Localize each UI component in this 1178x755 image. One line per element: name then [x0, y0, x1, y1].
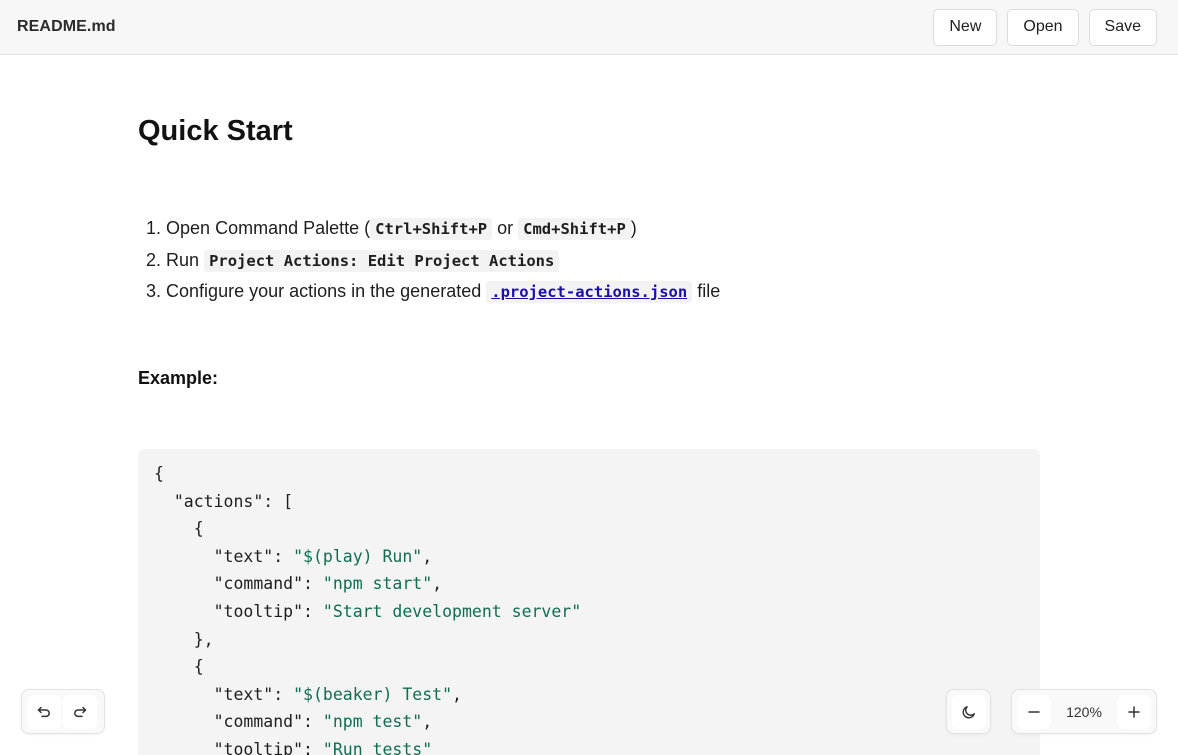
undo-button[interactable]: [27, 694, 61, 729]
example-label: Example:: [138, 368, 219, 388]
step-text: Open Command Palette (: [166, 218, 371, 238]
open-button[interactable]: Open: [1007, 8, 1079, 46]
list-item: 1. Open Command Palette (Ctrl+Shift+P or…: [146, 213, 720, 245]
code-line: "command": "npm test",: [213, 712, 433, 732]
redo-icon: [74, 706, 87, 717]
zoom-controls: 120%: [1011, 689, 1157, 734]
zoom-out-button[interactable]: [1017, 694, 1051, 729]
history-controls: [21, 689, 105, 734]
inline-code: Project Actions: Edit Project Actions: [204, 249, 560, 272]
page-heading: Quick Start: [138, 115, 293, 147]
code-line: "tooltip": "Run tests": [213, 739, 433, 755]
moon-icon: [962, 705, 975, 718]
step-text: Configure your actions in the generated: [166, 281, 487, 301]
new-button[interactable]: New: [933, 8, 998, 46]
steps-list: 1. Open Command Palette (Ctrl+Shift+P or…: [146, 213, 720, 308]
step-number: 2.: [146, 249, 162, 270]
step-text: Run: [166, 249, 205, 270]
code-line: "command": "npm start",: [213, 574, 443, 594]
code-line: },: [193, 629, 214, 649]
code-line: {: [193, 519, 204, 539]
step-text: or: [492, 218, 519, 238]
list-item: 2. Run Project Actions: Edit Project Act…: [146, 245, 720, 277]
theme-toggle-button[interactable]: [951, 694, 986, 729]
config-file-link[interactable]: .project-actions.json: [491, 283, 687, 301]
inline-code: Cmd+Shift+P: [518, 218, 631, 240]
step-text: ): [630, 218, 637, 238]
save-button[interactable]: Save: [1088, 8, 1157, 46]
step-text: file: [692, 281, 721, 301]
code-line: "tooltip": "Start development server": [213, 601, 582, 621]
zoom-level: 120%: [1066, 703, 1102, 720]
top-toolbar: README.md New Open Save: [0, 0, 1178, 55]
step-number: 1.: [146, 218, 162, 238]
code-line: "text": "$(beaker) Test",: [213, 684, 462, 704]
code-line: "actions": [: [173, 491, 294, 511]
step-number: 3.: [146, 281, 162, 301]
list-item: 3. Configure your actions in the generat…: [146, 276, 720, 308]
toolbar-actions: New Open Save: [933, 8, 1157, 46]
redo-button[interactable]: [63, 694, 97, 729]
zoom-in-button[interactable]: [1117, 694, 1151, 729]
undo-icon: [37, 706, 50, 717]
minus-icon: [1028, 710, 1040, 713]
file-title: README.md: [17, 18, 116, 35]
theme-control: [946, 689, 991, 734]
code-line: {: [154, 464, 164, 483]
plus-icon: [1128, 705, 1140, 718]
code-line: {: [193, 657, 204, 677]
code-block: { "actions": [ { "text": "$(play) Run", …: [138, 449, 1040, 755]
code-line: "text": "$(play) Run",: [213, 546, 433, 566]
inline-code: Ctrl+Shift+P: [370, 218, 493, 240]
markdown-preview: Quick Start 1. Open Command Palette (Ctr…: [138, 55, 1040, 755]
